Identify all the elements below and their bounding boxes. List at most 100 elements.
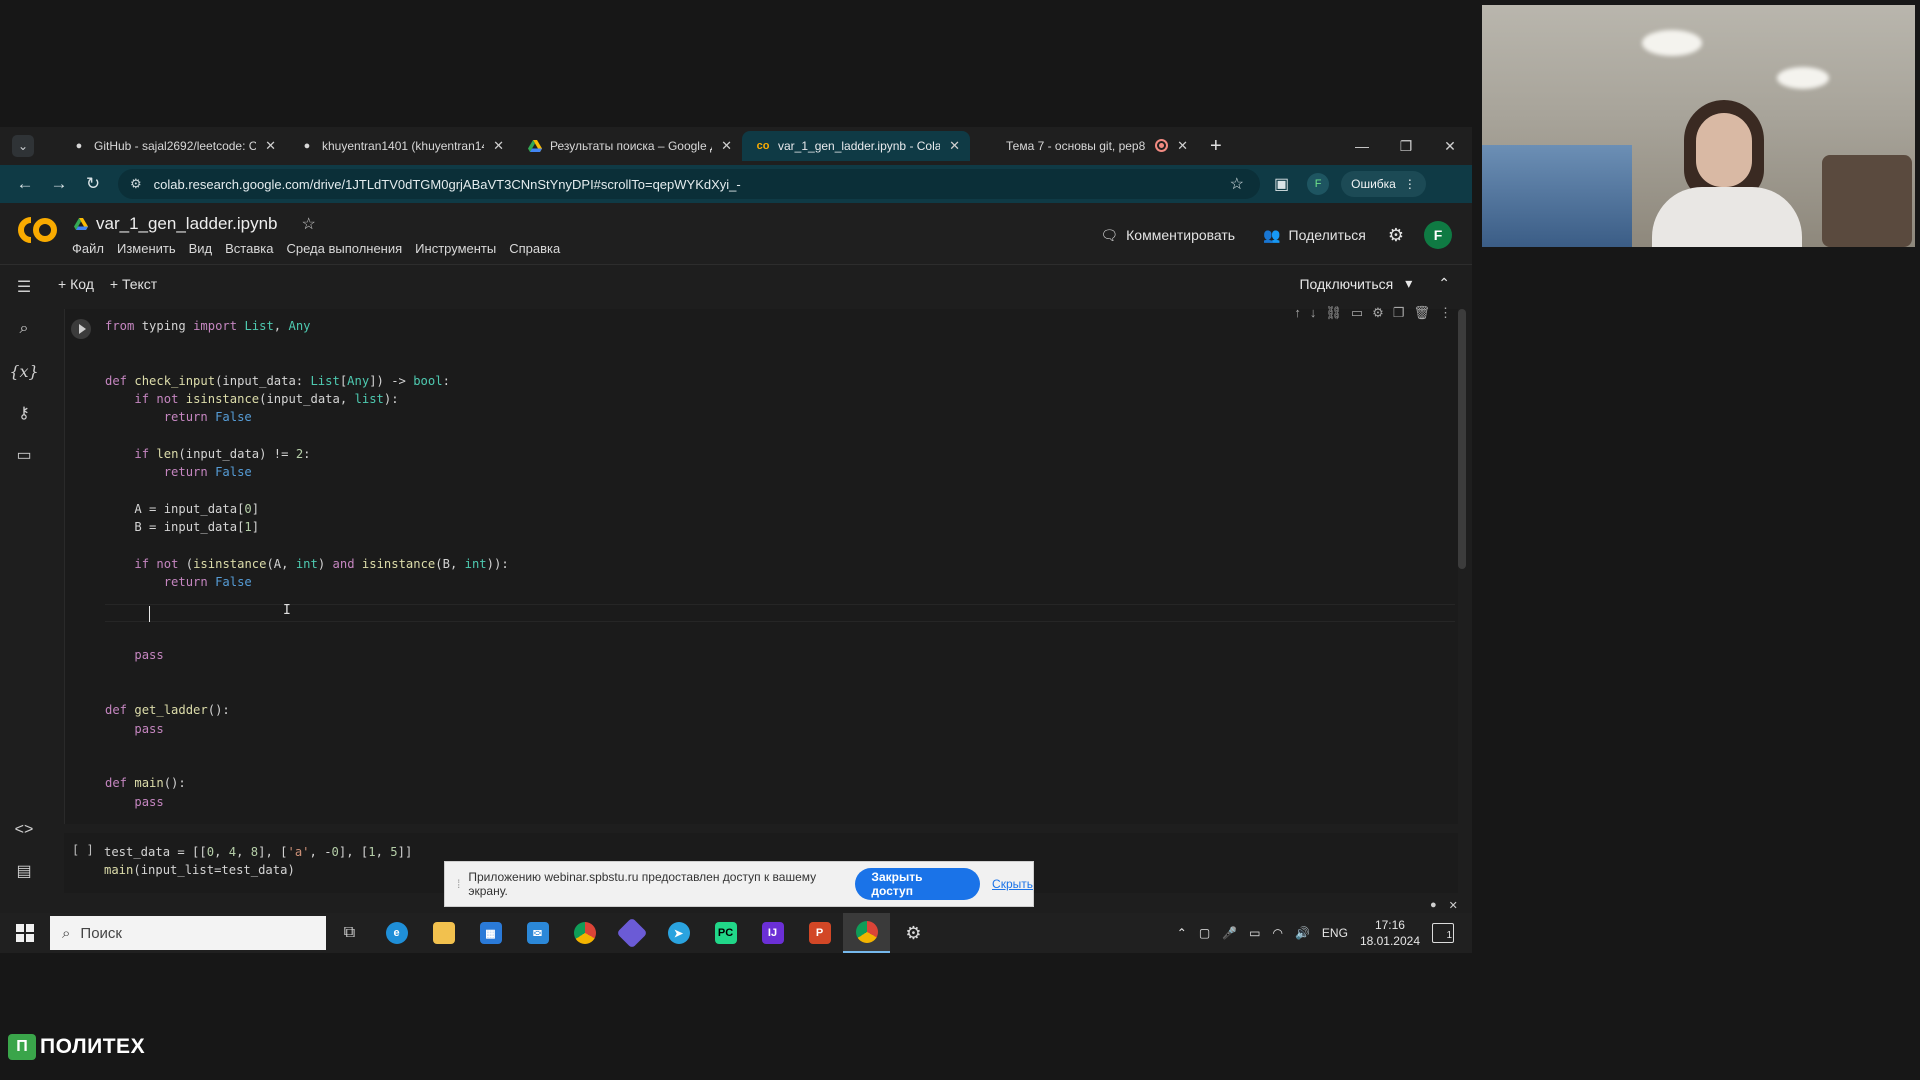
cell-exec-bracket[interactable]: [ ] [72,843,94,857]
tab-google-drive[interactable]: Результаты поиска – Google Д ✕ [514,131,742,161]
close-icon[interactable]: ✕ [493,138,504,154]
chevron-up-icon[interactable]: ⌃ [1177,926,1187,940]
window-close-button[interactable]: ✕ [1428,127,1472,165]
google-drive-icon[interactable] [74,218,88,230]
code-snippets-icon[interactable]: <> [14,820,34,840]
code-editor[interactable]: from typing import List, Any def check_i… [105,317,509,811]
notebook-scrollbar[interactable] [1458,309,1466,829]
meet-now-icon[interactable]: ▢ [1199,926,1210,940]
settings-gear-icon[interactable]: ⚙ [1372,305,1384,321]
comment-icon[interactable]: ▭ [1351,305,1363,321]
battery-icon[interactable]: ▭ [1249,926,1260,940]
chevron-up-icon[interactable]: ⌃ [1438,275,1450,292]
chevron-down-icon[interactable]: ▾ [1405,275,1412,292]
menu-runtime[interactable]: Среда выполнения [286,241,402,256]
connect-button[interactable]: Подключиться [1299,276,1393,292]
run-cell-button[interactable] [71,319,91,339]
notebook-title[interactable]: var_1_gen_ladder.ipynb [96,214,277,234]
notification-center-icon[interactable]: 1 [1432,923,1454,943]
menu-help[interactable]: Справка [509,241,560,256]
store-icon[interactable]: ▦ [467,913,514,953]
link-icon[interactable]: ⛓ [1325,305,1342,321]
secrets-key-icon[interactable]: ⚷ [14,403,34,423]
site-info-icon[interactable]: ⚙ [130,176,142,192]
stop-sharing-button[interactable]: Закрыть доступ [855,868,981,900]
variables-icon[interactable]: {x} [9,361,38,381]
chrome-icon[interactable] [561,913,608,953]
microphone-icon[interactable]: 🎤 [1222,926,1237,940]
close-icon[interactable]: ✕ [1177,138,1188,154]
close-icon[interactable]: ✕ [721,138,732,154]
language-indicator[interactable]: ENG [1322,926,1348,940]
colab-logo-icon[interactable] [18,217,58,243]
side-panel-icon[interactable]: ▣ [1274,174,1289,194]
command-palette-icon[interactable]: ▤ [14,861,34,881]
scrollbar-thumb[interactable] [1458,309,1466,569]
volume-icon[interactable]: 🔊 [1295,926,1310,940]
menu-tools[interactable]: Инструменты [415,241,496,256]
menu-view[interactable]: Вид [189,241,213,256]
colab-icon: co [756,140,770,152]
wifi-icon[interactable]: ◠ [1272,926,1282,940]
close-icon[interactable]: ✕ [1449,899,1458,912]
drag-handle-icon[interactable]: ⁞ [457,877,460,891]
star-icon[interactable]: ☆ [301,214,315,234]
minimize-button[interactable]: — [1340,127,1384,165]
taskbar-search[interactable]: ⌕ Поиск [50,916,326,950]
clock[interactable]: 17:16 18.01.2024 [1360,917,1420,949]
chrome-active-icon[interactable] [843,913,890,953]
add-code-button[interactable]: + Код [58,276,94,292]
close-icon[interactable]: ✕ [265,138,276,154]
code-cell[interactable]: ↑ ↓ ⛓ ▭ ⚙ ❐ 🗑 ⋮ from typing import List,… [64,305,1458,824]
code-editor-2[interactable]: test_data = [[0, 4, 8], ['a', -0], [1, 5… [104,843,412,880]
settings-gear-icon[interactable]: ⚙ [890,913,937,953]
tab-search-button[interactable]: ⌄ [12,135,34,157]
google-drive-icon [528,139,542,153]
restore-button[interactable]: ❐ [1384,127,1428,165]
reload-icon[interactable]: ↻ [76,174,110,194]
powerpoint-icon[interactable]: P [796,913,843,953]
telegram-icon[interactable]: ➤ [655,913,702,953]
menu-edit[interactable]: Изменить [117,241,176,256]
close-icon[interactable]: ✕ [949,138,960,154]
profile-avatar[interactable]: F [1307,173,1330,195]
share-button[interactable]: 👥 Поделиться [1263,227,1366,244]
file-explorer-icon[interactable] [420,913,467,953]
mail-icon[interactable]: ✉ [514,913,561,953]
tab-topic-git[interactable]: Тема 7 - основы git, pep8 ✕ [970,131,1198,161]
bookmark-star-icon[interactable]: ☆ [1230,174,1244,194]
tab-github-leetcode[interactable]: ● GitHub - sajal2692/leetcode: C ✕ [58,131,286,161]
settings-gear-icon[interactable]: ⚙ [1388,225,1404,246]
add-text-button[interactable]: + Текст [110,276,157,292]
comment-button[interactable]: 🗨 Комментировать [1100,227,1235,244]
menu-file[interactable]: Файл [72,241,104,256]
tab-colab-notebook[interactable]: co var_1_gen_ladder.ipynb - Colab ✕ [742,131,970,161]
code-line: def main(): [105,776,186,791]
forward-icon[interactable]: → [42,174,76,194]
delete-icon[interactable]: 🗑 [1413,305,1430,321]
table-of-contents-icon[interactable]: ☰ [14,277,34,297]
mirror-cell-icon[interactable]: ❐ [1393,305,1405,321]
screen-share-banner: ⁞ Приложению webinar.spbstu.ru предостав… [444,861,1034,907]
address-bar[interactable]: ⚙ colab.research.google.com/drive/1JTLdT… [118,169,1260,199]
move-down-icon[interactable]: ↓ [1310,305,1317,321]
git-icon[interactable] [608,913,655,953]
error-button[interactable]: Ошибка ⋮ [1341,171,1426,197]
move-up-icon[interactable]: ↑ [1294,305,1301,321]
files-folder-icon[interactable]: ▭ [14,445,34,465]
more-vert-icon[interactable]: ⋮ [1439,305,1452,321]
menu-insert[interactable]: Вставка [225,241,273,256]
back-icon[interactable]: ← [8,174,42,194]
search-icon[interactable]: ⌕ [14,319,34,339]
intellij-icon[interactable]: IJ [749,913,796,953]
account-avatar[interactable]: F [1424,221,1452,249]
hide-banner-link[interactable]: Скрыть [992,877,1033,891]
tab-github-khuyentran[interactable]: ● khuyentran1401 (khuyentran14 ✕ [286,131,514,161]
task-view-icon[interactable]: ⧉ [326,913,373,953]
pycharm-icon[interactable]: PC [702,913,749,953]
windows-start-button[interactable] [0,913,50,953]
new-tab-button[interactable]: + [1210,135,1222,158]
edge-icon[interactable]: e [373,913,420,953]
